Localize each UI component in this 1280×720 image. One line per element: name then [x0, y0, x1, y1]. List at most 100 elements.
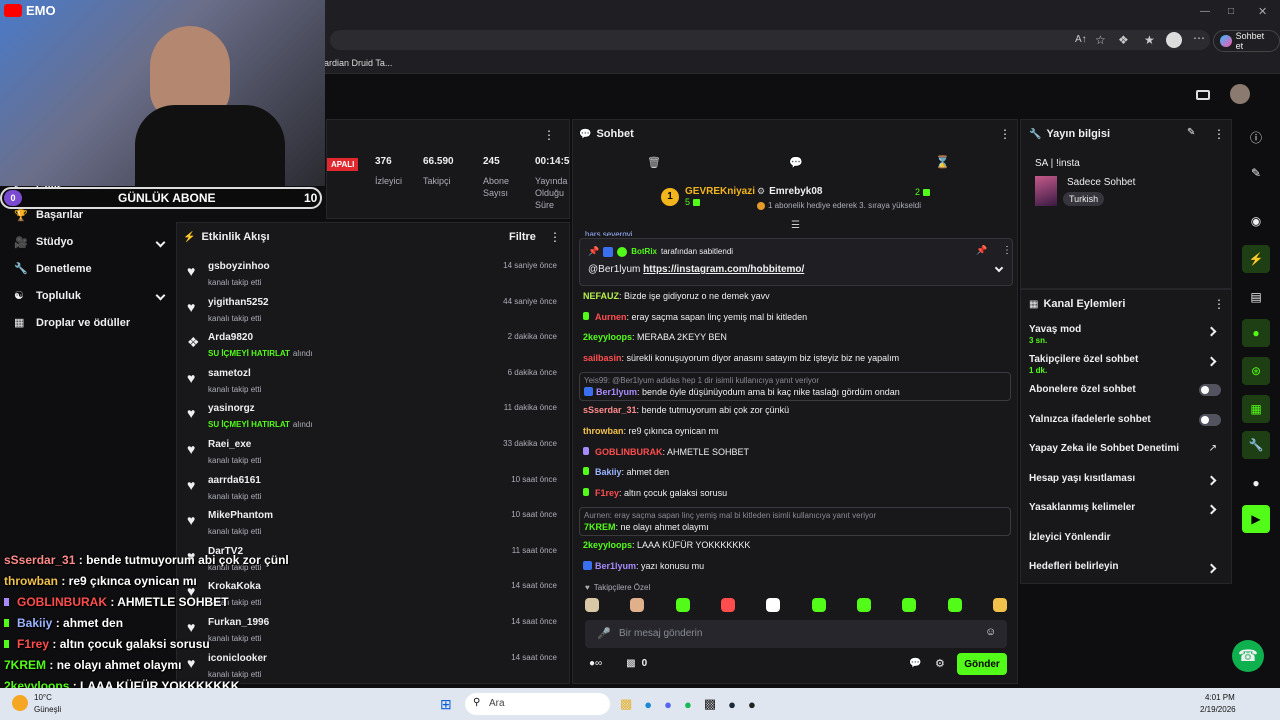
mic-icon[interactable]: 🎤 [597, 627, 611, 640]
trash-icon[interactable]: 🗑 [647, 156, 661, 169]
chat-message[interactable]: Ber1lyum: yazı konusu mu [583, 560, 1013, 572]
chat-message[interactable]: throwban: re9 çıkınca oynican mı [583, 425, 1013, 437]
maximize-icon[interactable]: □ [1228, 6, 1234, 17]
settings-gear-icon[interactable]: ⚙ [935, 657, 945, 670]
chat-username[interactable]: Bakiiy [595, 467, 622, 477]
channel-action-item[interactable]: Hesap yaşı kısıtlaması [1029, 473, 1225, 503]
bookmark-item[interactable]: ardian Druid Ta... [324, 58, 392, 68]
camera-icon[interactable]: ◉ [1242, 207, 1270, 235]
tools-icon[interactable]: 🔧 [1242, 431, 1270, 459]
broadcast-icon[interactable]: ⊛ [1242, 357, 1270, 385]
minimize-icon[interactable]: — [1200, 6, 1210, 17]
activity-event[interactable]: ♥ yigithan5252 kanalı takip etti 44 saniye … [177, 295, 569, 325]
activity-event[interactable]: ♥ yasinorgz SU İÇMEYİ HATIRLAT alındı 11 dak… [177, 401, 569, 431]
copilot-button[interactable]: Sohbet et [1213, 30, 1280, 52]
emote-icon[interactable] [811, 598, 826, 612]
chat-bubble-icon[interactable]: 💬 [909, 658, 921, 669]
chat-username[interactable]: Aurnen [595, 312, 627, 322]
chat-message[interactable]: Yeis99: @Ber1lyum adidas hep 1 dir isiml… [579, 372, 1011, 402]
windows-start-icon[interactable]: ⊞ [440, 696, 452, 713]
emote-icon[interactable] [856, 598, 871, 612]
emoji-icon[interactable]: ☺ [985, 626, 996, 638]
chat-username[interactable]: sSserdar_31 [583, 405, 637, 415]
clip-icon[interactable]: ▶ [1242, 505, 1270, 533]
file-explorer-icon[interactable]: ▩ [620, 696, 632, 712]
category-name[interactable]: Sadece Sohbet [1067, 177, 1135, 188]
activity-event[interactable]: ♥ Raei_exe kanalı takip etti 33 dakika önce [177, 437, 569, 467]
taskbar-search[interactable]: ⚲ Ara [465, 693, 610, 715]
favorite-star-icon[interactable]: ☆ [1095, 33, 1106, 47]
sidebar-item[interactable]: 🏆 Başarılar [14, 209, 164, 222]
chat-username[interactable]: GOBLINBURAK [595, 447, 663, 457]
tag-pill[interactable]: Turkish [1063, 192, 1105, 206]
activity-filter-button[interactable]: Filtre [509, 231, 536, 243]
profile-icon[interactable] [1166, 32, 1182, 48]
chat-username[interactable]: Ber1lyum [595, 561, 636, 571]
favorites-list-icon[interactable]: ★ [1144, 33, 1155, 47]
chat-message[interactable]: Aurnen: eray saçma sapan linç yemiş mal … [583, 311, 1013, 323]
emote-icon[interactable] [675, 598, 690, 612]
pinned-link[interactable]: https://instagram.com/hobbitemo/ [643, 264, 804, 275]
channel-action-item[interactable]: Yavaş mod 3 sn. [1029, 324, 1225, 354]
edge-icon[interactable]: ● [644, 697, 652, 712]
emote-icon[interactable] [902, 598, 917, 612]
sidebar-item[interactable]: ▦ Droplar ve ödüller [14, 316, 164, 330]
obs-icon[interactable]: ● [748, 697, 756, 712]
chat-menu-icon[interactable]: ⋮ [999, 127, 1011, 141]
leaderboard-second[interactable]: ⚙ Emrebyk08 1 abonelik hediye ederek 3. s… [757, 186, 933, 210]
chat-username[interactable]: 2keyyloops [583, 332, 632, 342]
emote-icon[interactable] [947, 598, 962, 612]
chevron-down-icon[interactable] [155, 237, 166, 248]
chat-message[interactable]: GOBLINBURAK: AHMETLE SOHBET [583, 446, 1013, 458]
chat-icon[interactable]: ● [1242, 319, 1270, 347]
chat-username[interactable]: sailbasin [583, 353, 622, 363]
collapse-icon[interactable]: ☰ [791, 220, 800, 231]
users-icon[interactable]: ● [1242, 469, 1270, 497]
activity-menu-icon[interactable]: ⋮ [549, 230, 561, 244]
expand-icon[interactable] [994, 263, 1004, 273]
activity-event[interactable]: ♥ MikePhantom kanalı takip etti 10 saat önc… [177, 508, 569, 538]
edit-pencil-icon[interactable]: ✎ [1187, 127, 1195, 138]
discord-icon[interactable]: ● [664, 697, 672, 712]
users-icon[interactable]: ●∞ [589, 658, 602, 669]
document-icon[interactable]: ▤ [1242, 283, 1270, 311]
chat-message[interactable]: 2keyyloops: LAAA KÜFÜR YOKKKKKKK [583, 539, 1013, 551]
info-icon[interactable]: ⓘ [1242, 123, 1270, 151]
emote-icon[interactable] [992, 598, 1007, 612]
channel-action-item[interactable]: Yapay Zeka ile Sohbet Denetimi ↗ [1029, 443, 1225, 473]
chat-username[interactable]: F1rey [595, 488, 619, 498]
unpin-icon[interactable]: 📌 [976, 245, 987, 256]
channel-action-item[interactable]: Yalnızca ifadelerle sohbet [1029, 413, 1225, 444]
toggle-switch[interactable] [1199, 413, 1221, 426]
chat-username[interactable]: NEFAUZ [583, 291, 619, 301]
leaderboard-first[interactable]: 1 GEVREKniyazi 5 [661, 186, 755, 207]
channel-action-item[interactable]: Takipçilere özel sohbet 1 dk. [1029, 354, 1225, 384]
channel-action-item[interactable]: Abonelere özel sohbet [1029, 384, 1225, 414]
chat-message[interactable]: F1rey: altın çocuk galaksi sorusu [583, 487, 1013, 499]
activity-event[interactable]: ♥ aarrda6161 kanalı takip etti 10 saat önce [177, 473, 569, 503]
chat-message[interactable]: 2keyyloops: MERABA 2KEYY BEN [583, 331, 1013, 343]
chat-message[interactable]: sailbasin: sürekli konuşuyorum diyor ana… [583, 352, 1013, 364]
more-icon[interactable]: ⋯ [1193, 31, 1205, 45]
mod-view-icon[interactable] [1196, 90, 1210, 100]
steam-icon[interactable]: ● [728, 697, 736, 712]
chat-icon[interactable]: 💬 [789, 156, 803, 169]
activity-event[interactable]: ♥ sametozl kanalı takip etti 6 dakika önce [177, 366, 569, 396]
weather-icon[interactable] [12, 695, 28, 711]
reading-mode-icon[interactable]: A↑ [1075, 34, 1087, 45]
info-menu-icon[interactable]: ⋮ [1213, 127, 1225, 141]
toggle-switch[interactable] [1199, 384, 1221, 396]
spotify-icon[interactable]: ● [684, 697, 692, 712]
pinned-menu-icon[interactable]: ⋮ [1002, 245, 1012, 256]
extensions-icon[interactable]: ❖ [1118, 33, 1129, 47]
terminal-icon[interactable]: ▩ [704, 696, 716, 712]
actions-menu-icon[interactable]: ⋮ [1213, 297, 1225, 311]
sidebar-item[interactable]: ☯ Topluluk [14, 289, 166, 302]
hourglass-icon[interactable]: ⌛ [935, 155, 950, 169]
chat-message[interactable]: sSserdar_31: bende tutmuyorum abi çok zo… [583, 404, 1013, 416]
support-headset-icon[interactable]: ☎ [1232, 640, 1264, 672]
activity-event[interactable]: ❖ Arda9820 SU İÇMEYİ HATIRLAT alındı 2 dakik… [177, 330, 569, 360]
external-link-icon[interactable]: ↗ [1209, 443, 1217, 454]
chat-username[interactable]: 2keyyloops [583, 540, 632, 550]
channel-action-item[interactable]: Yasaklanmış kelimeler [1029, 502, 1225, 532]
